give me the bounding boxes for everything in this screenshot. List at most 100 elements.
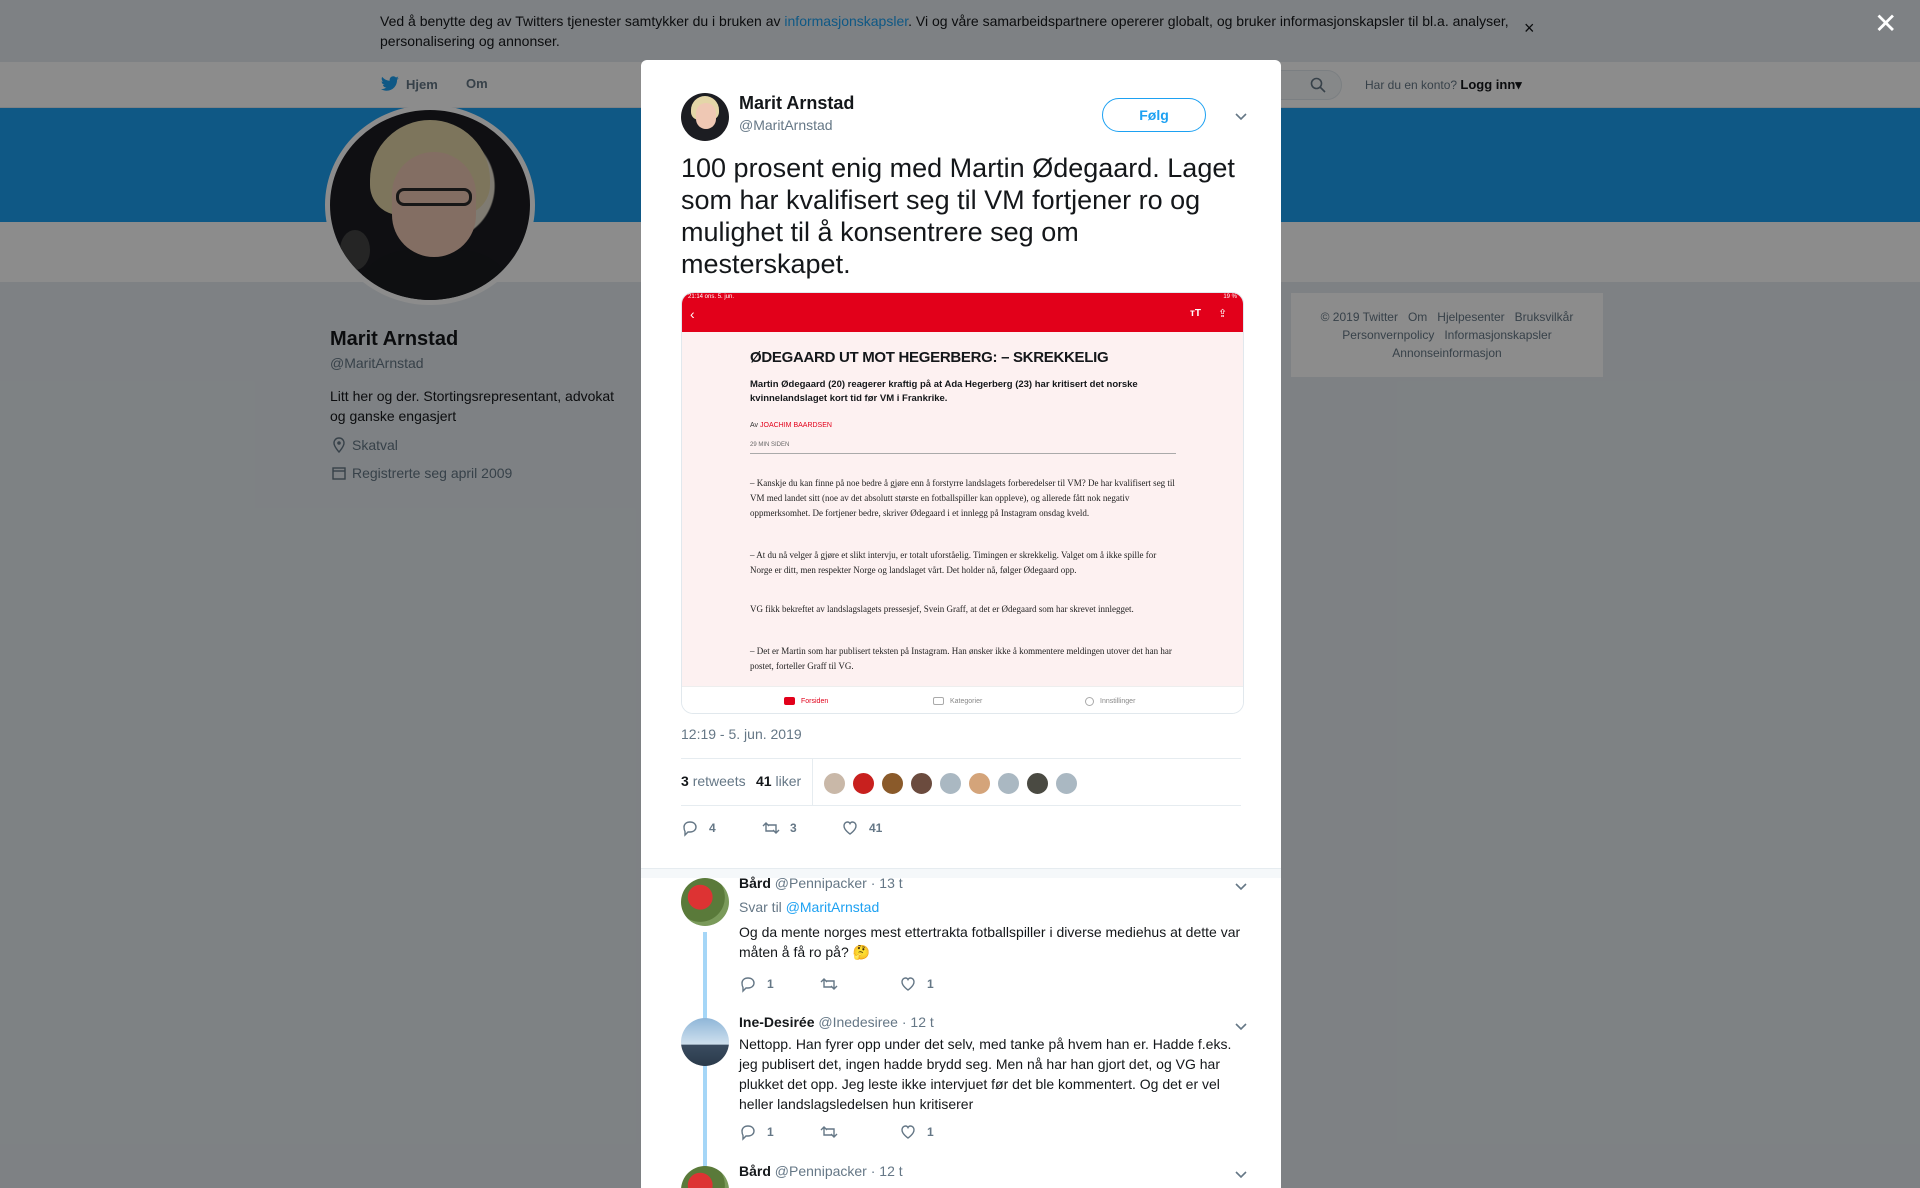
media-tab-label: Forsiden [801, 697, 829, 705]
retweet-stat-label: retweets [692, 773, 746, 789]
reply-actions: 1 1 [739, 975, 1039, 995]
media-status-time: 21:14 ons. 5. jun. [688, 294, 735, 300]
reply-button[interactable]: 1 [739, 1123, 774, 1141]
retweet-button[interactable]: 3 [762, 819, 797, 837]
chevron-down-icon[interactable] [1233, 108, 1249, 124]
reply-actions: 1 1 [739, 1123, 1039, 1143]
close-modal-icon[interactable]: ✕ [1874, 10, 1897, 38]
retweet-count: 3 [790, 821, 797, 835]
chevron-down-icon[interactable] [1233, 1018, 1249, 1034]
reply-count: 4 [709, 821, 716, 835]
article-paragraph: – Det er Martin som har publisert tekste… [750, 646, 1172, 671]
reply-icon [741, 977, 755, 993]
like-count: 1 [927, 1125, 934, 1139]
tweet-timestamp[interactable]: 12:19 - 5. jun. 2019 [681, 726, 802, 742]
like-button[interactable]: 1 [899, 1123, 934, 1141]
likes-stat-count: 41 [756, 773, 772, 789]
reply-text: Nettopp. Han fyrer opp under det selv, m… [739, 1036, 1232, 1112]
like-button[interactable]: 1 [899, 975, 934, 993]
liker-avatar[interactable] [852, 772, 875, 795]
liker-avatar[interactable] [997, 772, 1020, 795]
menu-tab-icon [933, 697, 944, 705]
tweet-actions: 4 3 41 [681, 814, 1241, 844]
article-paragraph: – Kanskje du kan finne på noe bedre å gj… [750, 478, 1175, 518]
like-count: 41 [869, 821, 883, 835]
retweet-button[interactable] [820, 975, 838, 993]
reply-to-label: Svar til [739, 899, 786, 915]
liker-avatar[interactable] [939, 772, 962, 795]
media-tab-categories: Kategorier [933, 697, 982, 705]
retweet-stat[interactable]: 3 retweets [681, 773, 746, 789]
reply-count: 1 [767, 977, 774, 991]
media-article: ØDEGAARD UT MOT HEGERBERG: – SKREKKELIG … [682, 332, 1243, 686]
media-tab-bar: Forsiden Kategorier Innstillinger [682, 686, 1243, 713]
tweet-media-screenshot[interactable]: 21:14 ons. 5. jun. 19 % ‹ тT ⇪ ØDEGAARD … [681, 292, 1244, 714]
liker-avatar[interactable] [968, 772, 991, 795]
reply-header: Bård @Pennipacker · 12 t [739, 1163, 903, 1179]
article-lead: Martin Ødegaard (20) reagerer kraftig på… [750, 379, 1138, 404]
reply-to: Svar til @MaritArnstad [739, 899, 879, 915]
heart-icon [901, 1125, 915, 1139]
article-paragraph: VG fikk bekreftet av landslagslagets pre… [750, 604, 1134, 614]
retweet-stat-count: 3 [681, 773, 689, 789]
tweet-author-avatar[interactable] [681, 93, 729, 141]
article-headline: ØDEGAARD UT MOT HEGERBERG: – SKREKKELIG [750, 349, 1109, 366]
reply-header: Ine-Desirée @Inedesiree · 12 t [739, 1014, 934, 1030]
media-tab-home: Forsiden [784, 697, 828, 705]
reply-author-avatar[interactable] [681, 878, 729, 926]
back-arrow-icon: ‹ [690, 306, 695, 322]
reply-author-name[interactable]: Bård [739, 875, 771, 891]
media-tab-label: Kategorier [950, 697, 983, 705]
likes-stat[interactable]: 41 liker [756, 773, 801, 789]
reply-author-name[interactable]: Bård [739, 1163, 771, 1179]
reply-icon [741, 1125, 755, 1141]
replies-separator [641, 868, 1281, 878]
home-tab-icon [784, 697, 795, 705]
like-button[interactable]: 41 [841, 819, 882, 837]
reply-time[interactable]: · 12 t [902, 1014, 934, 1030]
heart-icon [901, 977, 915, 991]
media-status-battery: 19 % [1223, 294, 1237, 300]
retweet-icon [762, 822, 780, 834]
retweet-button[interactable] [820, 1123, 838, 1141]
retweet-icon [820, 978, 838, 990]
liker-avatar[interactable] [823, 772, 846, 795]
reply-author-handle[interactable]: @Pennipacker [775, 875, 867, 891]
reply-button[interactable]: 4 [681, 819, 716, 837]
retweet-icon [820, 1126, 838, 1138]
article-divider [750, 453, 1176, 454]
reply-icon [683, 821, 697, 837]
liker-avatar[interactable] [1026, 772, 1049, 795]
tweet-author-name[interactable]: Marit Arnstad [739, 93, 854, 114]
reply-author-name[interactable]: Ine-Desirée [739, 1014, 814, 1030]
reply-text: Og da mente norges mest ettertrakta fotb… [739, 924, 1241, 960]
reply-author-avatar[interactable] [681, 1166, 729, 1188]
gear-tab-icon [1085, 697, 1094, 706]
share-icon: ⇪ [1218, 308, 1228, 320]
text-size-icon: тT [1190, 308, 1202, 319]
reply-to-link[interactable]: @MaritArnstad [786, 899, 880, 915]
chevron-down-icon[interactable] [1233, 1166, 1249, 1182]
reply-time[interactable]: · 12 t [871, 1163, 903, 1179]
media-tab-label: Innstillinger [1100, 698, 1136, 705]
tweet-stats: 3 retweets 41 liker [681, 758, 1241, 806]
reply-author-handle[interactable]: @Inedesiree [818, 1014, 898, 1030]
reply-header: Bård @Pennipacker · 13 t [739, 875, 903, 891]
chevron-down-icon[interactable] [1233, 878, 1249, 894]
follow-button[interactable]: Følg [1102, 98, 1206, 132]
reply-author-handle[interactable]: @Pennipacker [775, 1163, 867, 1179]
reply-count: 1 [767, 1125, 774, 1139]
reply-time[interactable]: · 13 t [871, 875, 903, 891]
liker-avatar[interactable] [910, 772, 933, 795]
reply-author-avatar[interactable] [681, 1018, 729, 1066]
article-byline: Av JOACHIM BAARDSEN [750, 422, 832, 429]
byline-prefix: Av [750, 422, 760, 429]
tweet-author-handle[interactable]: @MaritArnstad [739, 117, 833, 133]
liker-avatar[interactable] [1055, 772, 1078, 795]
reply-button[interactable]: 1 [739, 975, 774, 993]
article-paragraph: – At du nå velger å gjøre et slikt inter… [750, 550, 1157, 575]
liker-avatar[interactable] [881, 772, 904, 795]
like-count: 1 [927, 977, 934, 991]
article-time: 29 MIN SIDEN [750, 442, 790, 448]
stats-divider [812, 759, 813, 805]
